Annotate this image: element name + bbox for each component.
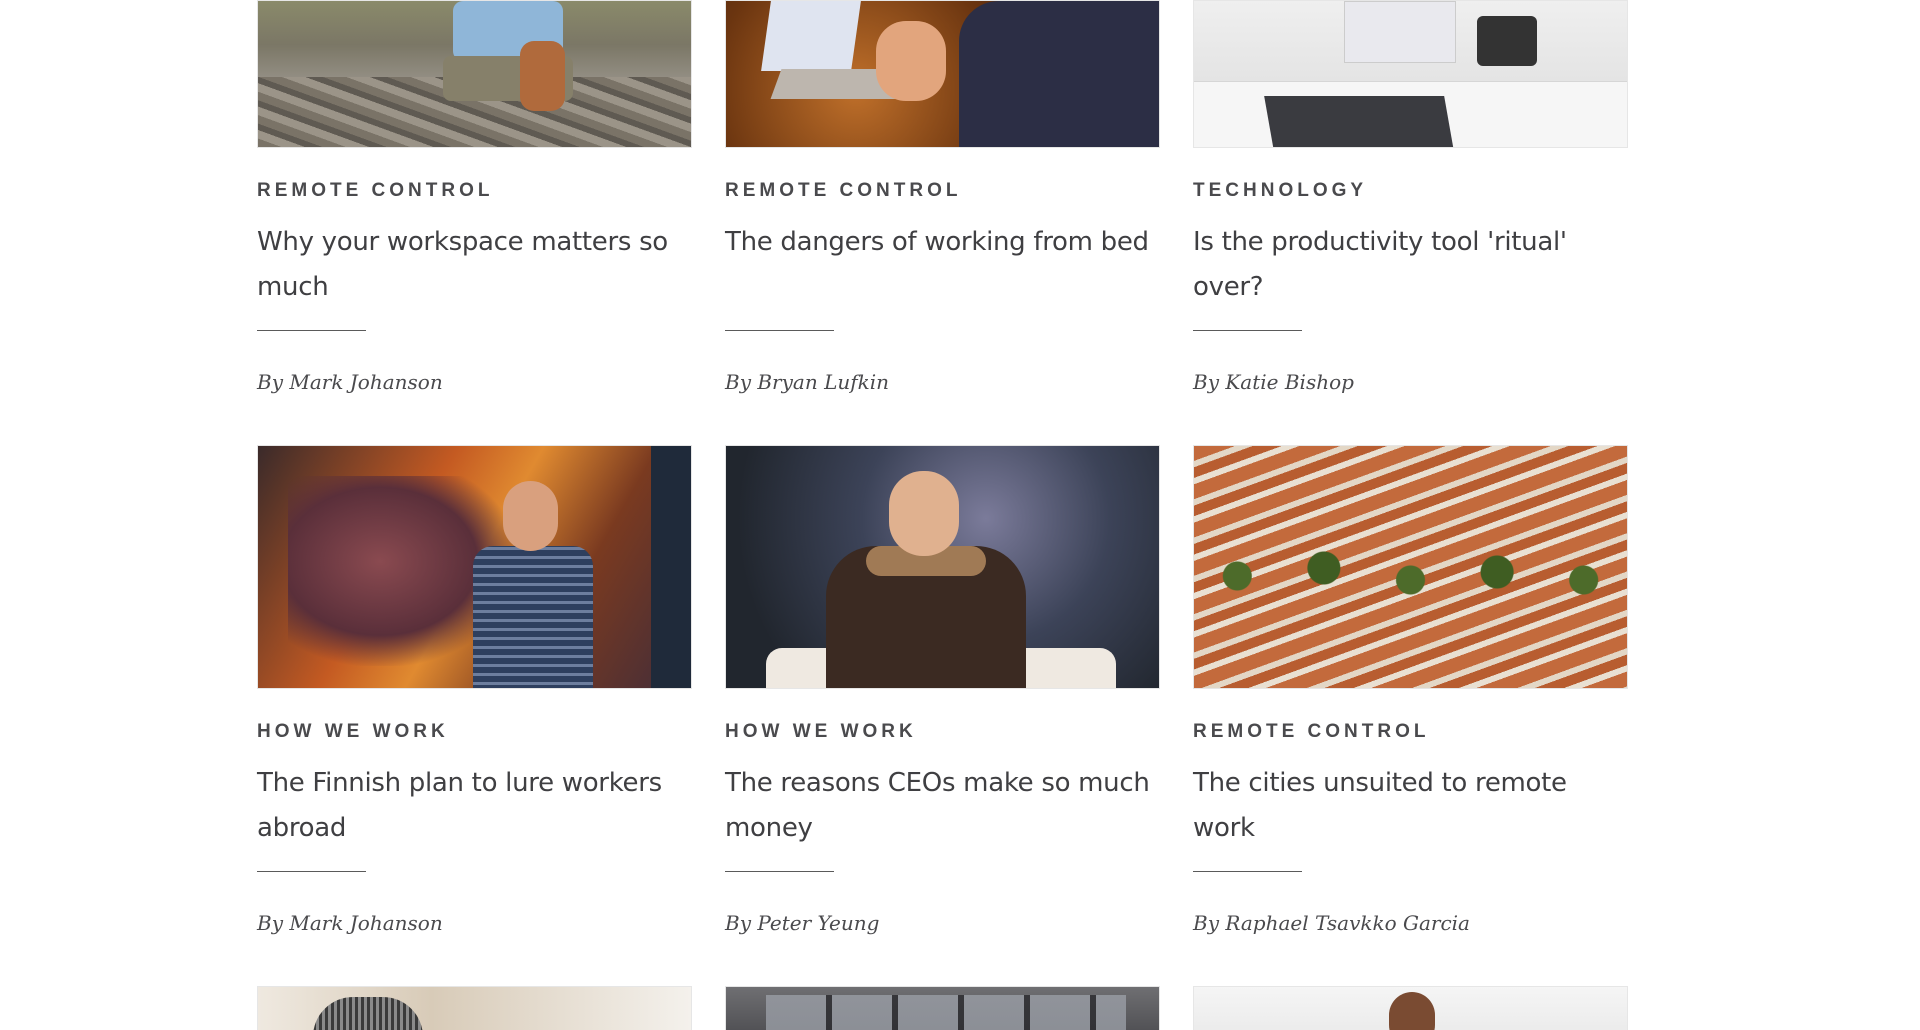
story-card[interactable]: REMOTE CONTROL Why your workspace matter… [257, 0, 692, 397]
story-card[interactable]: HOW WE WORK The Finnish plan to lure wor… [257, 445, 692, 938]
story-image[interactable] [725, 0, 1160, 148]
story-byline: By Peter Yeung [725, 911, 880, 935]
story-headline[interactable]: Why your workspace matters so much [257, 220, 692, 310]
story-row: HOW WE WORK The Finnish plan to lure wor… [257, 445, 1628, 938]
story-byline: By Bryan Lufkin [725, 370, 890, 394]
story-section-tag[interactable]: REMOTE CONTROL [725, 178, 1160, 204]
story-card[interactable] [725, 986, 1160, 1030]
article-grid-page: REMOTE CONTROL Why your workspace matter… [0, 0, 1920, 1030]
divider [257, 330, 366, 331]
story-image[interactable] [725, 986, 1160, 1030]
story-image[interactable] [1193, 0, 1628, 148]
story-image[interactable] [1193, 986, 1628, 1030]
story-headline[interactable]: The reasons CEOs make so much money [725, 761, 1160, 851]
story-image[interactable] [725, 445, 1160, 689]
divider [725, 871, 834, 872]
divider [1193, 330, 1302, 331]
story-section-tag[interactable]: REMOTE CONTROL [257, 178, 692, 204]
story-headline[interactable]: Is the productivity tool 'ritual' over? [1193, 220, 1628, 310]
story-section-tag[interactable]: REMOTE CONTROL [1193, 719, 1628, 745]
story-row: REMOTE CONTROL Why your workspace matter… [257, 0, 1628, 397]
story-card[interactable] [1193, 986, 1628, 1030]
story-card[interactable] [257, 986, 692, 1030]
divider [257, 871, 366, 872]
story-headline[interactable]: The cities unsuited to remote work [1193, 761, 1628, 851]
story-image[interactable] [257, 0, 692, 148]
story-byline: By Mark Johanson [257, 370, 443, 394]
story-grid: REMOTE CONTROL Why your workspace matter… [257, 0, 1628, 1030]
divider [725, 330, 834, 331]
story-section-tag[interactable]: HOW WE WORK [257, 719, 692, 745]
story-byline: By Mark Johanson [257, 911, 443, 935]
story-card[interactable]: REMOTE CONTROL The dangers of working fr… [725, 0, 1160, 397]
story-card[interactable]: REMOTE CONTROL The cities unsuited to re… [1193, 445, 1628, 938]
story-headline[interactable]: The Finnish plan to lure workers abroad [257, 761, 692, 851]
story-section-tag[interactable]: TECHNOLOGY [1193, 178, 1628, 204]
divider [1193, 871, 1302, 872]
story-byline: By Katie Bishop [1193, 370, 1354, 394]
story-image[interactable] [257, 986, 692, 1030]
story-card[interactable]: TECHNOLOGY Is the productivity tool 'rit… [1193, 0, 1628, 397]
story-headline[interactable]: The dangers of working from bed [725, 220, 1160, 310]
story-section-tag[interactable]: HOW WE WORK [725, 719, 1160, 745]
story-image[interactable] [1193, 445, 1628, 689]
story-byline: By Raphael Tsavkko Garcia [1193, 911, 1470, 935]
story-image[interactable] [257, 445, 692, 689]
story-row [257, 986, 1628, 1030]
story-card[interactable]: HOW WE WORK The reasons CEOs make so muc… [725, 445, 1160, 938]
